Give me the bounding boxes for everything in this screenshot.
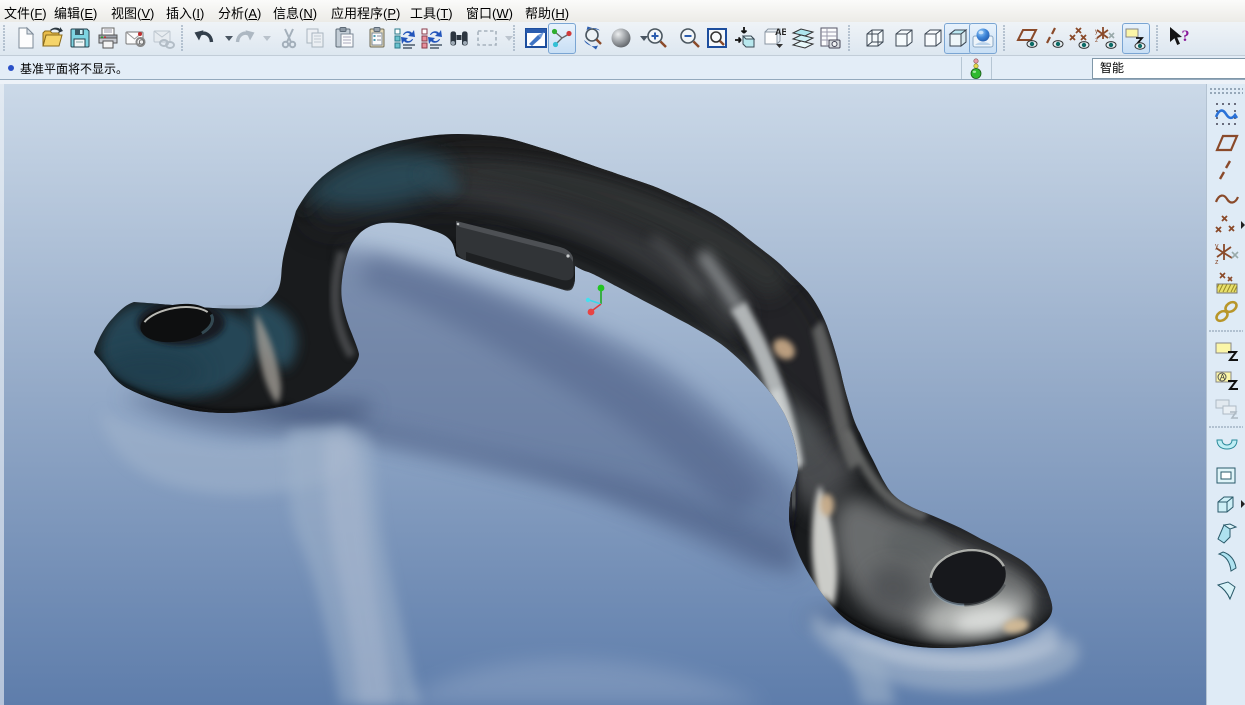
- svg-text:z: z: [1095, 38, 1098, 44]
- svg-text:AB: AB: [775, 27, 786, 37]
- svg-text:y: y: [1215, 243, 1219, 250]
- svg-text:?: ?: [1182, 28, 1190, 45]
- svg-text:y: y: [1095, 29, 1098, 35]
- svg-text:A: A: [1220, 373, 1226, 382]
- svg-text:z: z: [1215, 259, 1219, 266]
